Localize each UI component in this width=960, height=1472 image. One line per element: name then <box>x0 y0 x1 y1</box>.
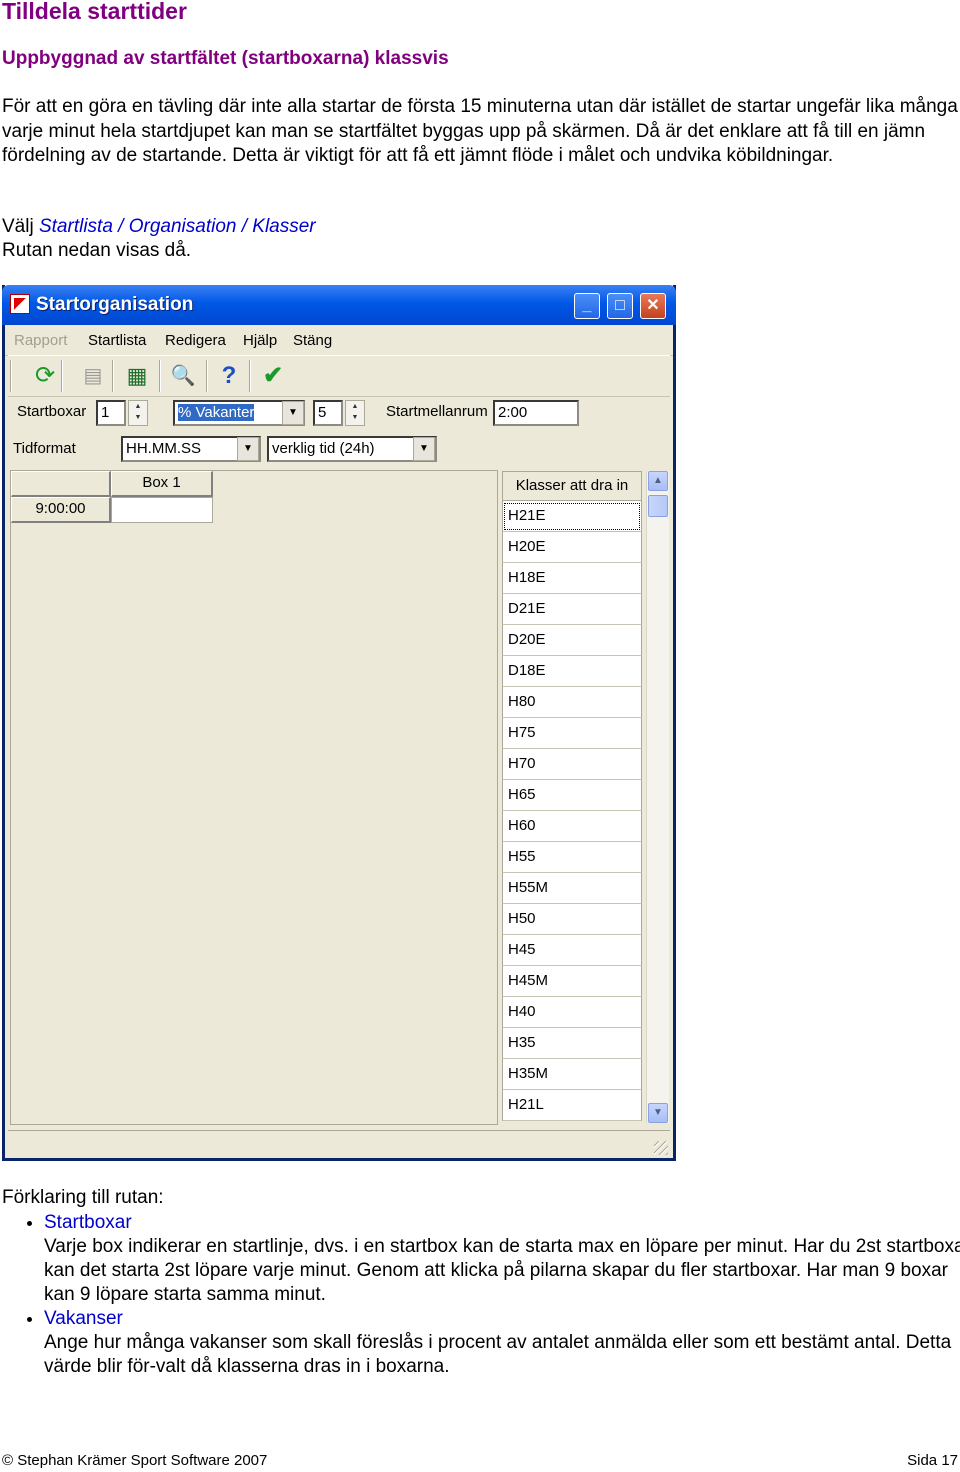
scroll-down-icon[interactable]: ▼ <box>648 1103 668 1123</box>
minimize-button[interactable]: _ <box>574 293 600 319</box>
time-row-header[interactable]: 9:00:00 <box>11 497 111 523</box>
class-item[interactable]: H60 <box>502 811 642 842</box>
startboxar-spinner[interactable]: ▲ ▼ <box>128 400 148 426</box>
explanation-list: Startboxar Varje box indikerar en startl… <box>26 1211 960 1379</box>
class-item[interactable]: H35M <box>502 1059 642 1090</box>
footer-copyright: © Stephan Krämer Sport Software 2007 <box>2 1452 268 1469</box>
term-startboxar: Startboxar <box>44 1212 132 1233</box>
instruction-line: Välj Startlista / Organisation / Klasser <box>2 215 958 240</box>
desc-vakanser: Ange hur många vakanser som skall föresl… <box>44 1332 952 1377</box>
intro-paragraph: För att en göra en tävling där inte alla… <box>2 96 958 166</box>
class-item[interactable]: H55M <box>502 873 642 904</box>
refresh-icon[interactable]: ⟳ <box>30 361 60 391</box>
time-mode-select[interactable]: verklig tid (24h) <box>267 436 437 462</box>
toolbar: ⟳ ▤ ▦ 🔍 ? ✔ <box>8 355 670 397</box>
startmellanrum-input[interactable]: 2:00 <box>493 400 579 426</box>
close-button[interactable]: ✕ <box>640 293 666 319</box>
menu-redigera[interactable]: Redigera <box>165 332 226 349</box>
classes-list: H21E H20E H18E D21E D20E D18E H80 H75 H7… <box>502 501 642 1121</box>
toolbar-separator <box>61 360 63 392</box>
class-item[interactable]: H70 <box>502 749 642 780</box>
grid-corner-cell <box>11 471 111 497</box>
class-item[interactable]: H80 <box>502 687 642 718</box>
window-title: Startorganisation <box>36 294 194 315</box>
find-icon[interactable]: 🔍 <box>168 361 198 391</box>
tidformat-label: Tidformat <box>13 440 76 457</box>
class-item[interactable]: H21E <box>502 501 642 532</box>
time-mode-dropdown-icon[interactable]: ▼ <box>413 437 435 461</box>
startboxar-input[interactable]: 1 <box>96 400 126 426</box>
footer-page-number: Sida 17 <box>907 1452 958 1469</box>
app-icon <box>10 294 30 314</box>
classes-scrollbar[interactable]: ▲ ▼ <box>646 471 669 1123</box>
spreadsheet-icon[interactable]: ▦ <box>122 361 152 391</box>
explain-heading: Förklaring till rutan: <box>2 1187 164 1208</box>
box-column-header[interactable]: Box 1 <box>111 471 213 497</box>
toolbar-separator <box>206 360 208 392</box>
document-subtitle: Uppbyggnad av startfältet (startboxarna)… <box>2 48 449 69</box>
class-item[interactable]: H20E <box>502 532 642 563</box>
document-title: Tilldela starttider <box>2 0 187 24</box>
document-icon[interactable]: ▤ <box>78 361 108 391</box>
check-icon[interactable]: ✔ <box>258 361 288 391</box>
status-bar <box>8 1130 670 1157</box>
vakanser-spinner[interactable]: ▲ ▼ <box>345 400 365 426</box>
shown-text: Rutan nedan visas då. <box>2 240 192 261</box>
term-vakanser: Vakanser <box>44 1308 123 1329</box>
menu-startlista[interactable]: Startlista <box>88 332 146 349</box>
toolbar-separator <box>249 360 251 392</box>
vakanser-mode-value: % Vakanter <box>178 404 255 421</box>
instruction-prefix: Välj <box>2 216 39 237</box>
toolbar-separator <box>10 360 12 392</box>
menu-rapport[interactable]: Rapport <box>14 332 67 349</box>
menu-hjalp[interactable]: Hjälp <box>243 332 277 349</box>
vakanser-input[interactable]: 5 <box>313 400 343 426</box>
class-item[interactable]: H75 <box>502 718 642 749</box>
toolbar-separator <box>112 360 114 392</box>
tidformat-dropdown-icon[interactable]: ▼ <box>237 437 259 461</box>
class-item[interactable]: H55 <box>502 842 642 873</box>
grid-cell[interactable] <box>111 497 213 523</box>
class-item[interactable]: H50 <box>502 904 642 935</box>
toolbar-separator <box>159 360 161 392</box>
startboxar-label: Startboxar <box>17 403 87 420</box>
maximize-button[interactable]: □ <box>607 293 633 319</box>
list-item: Startboxar Varje box indikerar en startl… <box>44 1211 960 1307</box>
help-icon[interactable]: ? <box>214 361 244 391</box>
scroll-up-icon[interactable]: ▲ <box>648 471 668 491</box>
resize-grip-icon[interactable] <box>654 1141 668 1155</box>
menu-path: Startlista / Organisation / Klasser <box>38 216 316 237</box>
class-item[interactable]: D18E <box>502 656 642 687</box>
scroll-thumb[interactable] <box>648 495 668 517</box>
class-item[interactable]: H65 <box>502 780 642 811</box>
list-item: Vakanser Ange hur många vakanser som ska… <box>44 1307 960 1379</box>
vakanser-mode-dropdown-icon[interactable]: ▼ <box>282 401 304 425</box>
desc-startboxar: Varje box indikerar en startlinje, dvs. … <box>44 1236 960 1305</box>
class-item[interactable]: H35 <box>502 1028 642 1059</box>
menu-stang[interactable]: Stäng <box>293 332 332 349</box>
class-item[interactable]: D21E <box>502 594 642 625</box>
class-item[interactable]: D20E <box>502 625 642 656</box>
menubar: Rapport Startlista Redigera Hjälp Stäng <box>5 325 673 356</box>
startmellanrum-label: Startmellanrum <box>386 403 488 420</box>
class-item[interactable]: H45 <box>502 935 642 966</box>
class-item[interactable]: H45M <box>502 966 642 997</box>
startbox-grid[interactable]: Box 1 9:00:00 <box>10 470 498 1125</box>
class-item[interactable]: H40 <box>502 997 642 1028</box>
window-titlebar[interactable]: Startorganisation _ □ ✕ <box>2 285 676 325</box>
startorganisation-window: Startorganisation _ □ ✕ Rapport Startlis… <box>2 285 676 1161</box>
class-item[interactable]: H18E <box>502 563 642 594</box>
class-item[interactable]: H21L <box>502 1090 642 1121</box>
classes-list-header: Klasser att dra in <box>502 471 642 501</box>
